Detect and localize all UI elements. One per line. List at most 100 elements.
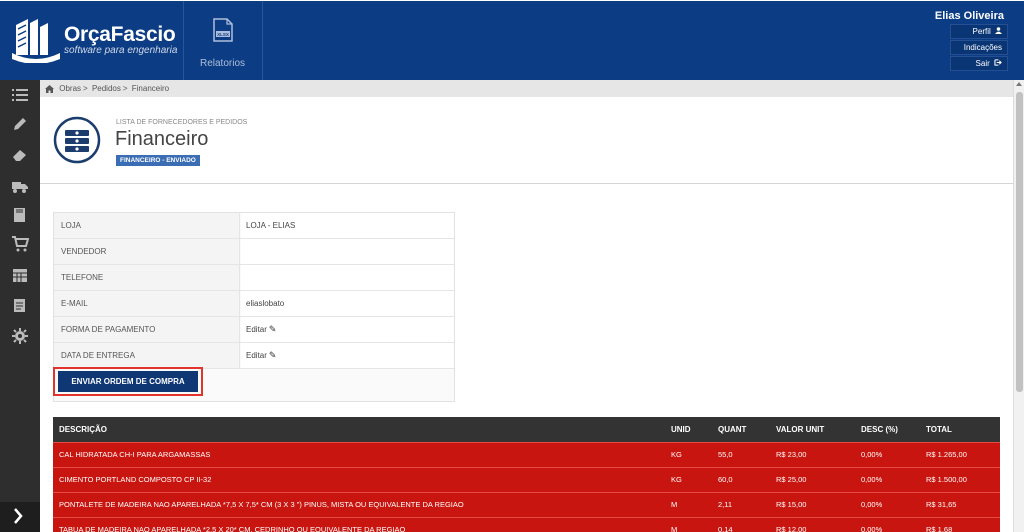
table-header-row: DESCRIÇÃO UNID QUANT VALOR UNIT DESC (%)… xyxy=(53,417,1000,442)
reports-menu-button[interactable]: XLSX Relatorios xyxy=(183,1,262,81)
cell-quantity: 55,0 xyxy=(712,441,770,467)
breadcrumb-item-pedidos[interactable]: Pedidos xyxy=(92,84,121,93)
cell-quantity: 2,11 xyxy=(712,491,770,517)
main-content: Obras > Pedidos > Financeiro LISTA DE FORN… xyxy=(40,80,1013,532)
cell-total: R$ 31,65 xyxy=(920,491,1000,517)
logout-link-label: Sair xyxy=(975,59,990,68)
cell-unit-price: R$ 15,00 xyxy=(770,491,855,517)
indications-link-label: Indicações xyxy=(963,43,1002,52)
info-label: E-MAIL xyxy=(54,291,240,316)
sidebar xyxy=(0,80,40,532)
cell-unit: KG xyxy=(665,441,712,467)
profile-link-label: Perfil xyxy=(972,27,991,36)
brand-tagline: software para engenharia xyxy=(64,45,178,56)
sidebar-expand-button[interactable] xyxy=(0,502,40,532)
info-row-loja: LOJA LOJA - ELIAS xyxy=(54,213,454,239)
cell-unit-price: R$ 23,00 xyxy=(770,441,855,467)
top-navigation-bar: OrçaFascio software para engenharia XLSX… xyxy=(0,0,1024,81)
info-row-forma-pagamento: FORMA DE PAGAMENTO Editar ✎ xyxy=(54,317,454,343)
info-value: eliaslobato xyxy=(241,291,454,316)
column-header: QUANT xyxy=(712,417,770,442)
cell-description: PONTALETE DE MADEIRA NAO APARELHADA *7,5… xyxy=(53,491,665,517)
brand-logo[interactable]: OrçaFascio software para engenharia xyxy=(12,15,182,65)
user-name: Elias Oliveira xyxy=(934,10,1004,22)
table-row[interactable]: TABUA DE MADEIRA NAO APARELHADA *2,5 X 2… xyxy=(53,516,1000,532)
status-badge: FINANCEIRO - ENVIADO xyxy=(116,155,200,166)
cell-total: R$ 1.265,00 xyxy=(920,441,1000,467)
table-row[interactable]: CIMENTO PORTLAND COMPOSTO CP II-32 KG 60… xyxy=(53,466,1000,492)
profile-link[interactable]: Perfil xyxy=(950,24,1008,39)
logout-link[interactable]: Sair xyxy=(950,56,1008,71)
edit-link-label: Editar xyxy=(246,325,267,334)
info-label: LOJA xyxy=(54,213,240,238)
info-value: LOJA - ELIAS xyxy=(241,213,454,238)
edit-payment-link[interactable]: Editar ✎ xyxy=(241,317,454,342)
gear-icon[interactable] xyxy=(11,328,29,344)
indications-link[interactable]: Indicações xyxy=(950,40,1008,55)
column-header: UNID xyxy=(665,417,712,442)
highlight-box: ENVIAR ORDEM DE COMPRA xyxy=(53,367,203,396)
table-row[interactable]: CAL HIDRATADA CH-I PARA ARGAMASSAS KG 55… xyxy=(53,441,1000,467)
logout-icon xyxy=(994,59,1002,66)
breadcrumb-item-obras[interactable]: Obras xyxy=(59,84,81,93)
cell-total: R$ 1.500,00 xyxy=(920,466,1000,492)
cell-total: R$ 1,68 xyxy=(920,516,1000,532)
scroll-up-icon[interactable] xyxy=(1016,82,1022,86)
pencil-icon: ✎ xyxy=(268,324,277,334)
cell-description: TABUA DE MADEIRA NAO APARELHADA *2,5 X 2… xyxy=(53,516,665,532)
breadcrumb-separator: > xyxy=(122,84,128,93)
column-header: VALOR UNIT xyxy=(770,417,855,442)
cell-description: CIMENTO PORTLAND COMPOSTO CP II-32 xyxy=(53,466,665,492)
calendar-icon[interactable] xyxy=(11,267,29,283)
page-subtitle: LISTA DE FORNECEDORES E PEDIDOS xyxy=(116,119,248,126)
info-row-email: E-MAIL eliaslobato xyxy=(54,291,454,317)
scrollbar-thumb[interactable] xyxy=(1016,92,1023,392)
cart-icon[interactable] xyxy=(11,236,29,252)
info-value xyxy=(241,239,454,264)
cell-quantity: 60,0 xyxy=(712,466,770,492)
building-logo-icon xyxy=(12,19,60,63)
book-icon[interactable] xyxy=(11,207,29,223)
cell-discount: 0,00% xyxy=(855,516,920,532)
column-header: DESCRIÇÃO xyxy=(53,417,665,442)
table-row[interactable]: PONTALETE DE MADEIRA NAO APARELHADA *7,5… xyxy=(53,491,1000,517)
user-icon xyxy=(995,27,1002,34)
home-icon[interactable] xyxy=(45,84,54,93)
cell-description: CAL HIDRATADA CH-I PARA ARGAMASSAS xyxy=(53,441,665,467)
cell-unit-price: R$ 12,00 xyxy=(770,516,855,532)
spreadsheet-icon: XLSX xyxy=(213,18,233,42)
info-label: TELEFONE xyxy=(54,265,240,290)
pencil-icon[interactable] xyxy=(11,117,29,133)
cell-unit-price: R$ 25,00 xyxy=(770,466,855,492)
header-divider xyxy=(262,1,263,81)
items-table: DESCRIÇÃO UNID QUANT VALOR UNIT DESC (%)… xyxy=(53,417,1000,532)
truck-icon[interactable] xyxy=(11,178,29,194)
info-row-vendedor: VENDEDOR xyxy=(54,239,454,265)
reports-label: Relatorios xyxy=(199,58,246,69)
clipboard-icon[interactable] xyxy=(11,297,29,313)
svg-text:XLSX: XLSX xyxy=(217,32,229,37)
info-row-data-entrega: DATA DE ENTREGA Editar ✎ xyxy=(54,343,454,369)
edit-delivery-date-link[interactable]: Editar ✎ xyxy=(241,343,454,368)
cell-discount: 0,00% xyxy=(855,491,920,517)
info-label: FORMA DE PAGAMENTO xyxy=(54,317,240,342)
list-icon[interactable] xyxy=(11,87,29,103)
column-header: DESC (%) xyxy=(855,417,920,442)
page-title: Financeiro xyxy=(115,128,209,150)
cell-unit: M xyxy=(665,491,712,517)
chevron-right-icon xyxy=(14,508,23,524)
info-row-telefone: TELEFONE xyxy=(54,265,454,291)
pencil-icon: ✎ xyxy=(268,350,277,360)
cell-quantity: 0,14 xyxy=(712,516,770,532)
brand-name: OrçaFascio xyxy=(64,23,176,46)
column-header: TOTAL xyxy=(920,417,1000,442)
cell-discount: 0,00% xyxy=(855,441,920,467)
info-label: VENDEDOR xyxy=(54,239,240,264)
vertical-scrollbar[interactable] xyxy=(1013,80,1024,532)
eraser-icon[interactable] xyxy=(11,147,29,163)
cell-unit: KG xyxy=(665,466,712,492)
money-icon xyxy=(53,116,101,164)
cell-unit: M xyxy=(665,516,712,532)
send-purchase-order-button[interactable]: ENVIAR ORDEM DE COMPRA xyxy=(58,371,198,392)
page-header: LISTA DE FORNECEDORES E PEDIDOS Financei… xyxy=(40,97,1013,184)
